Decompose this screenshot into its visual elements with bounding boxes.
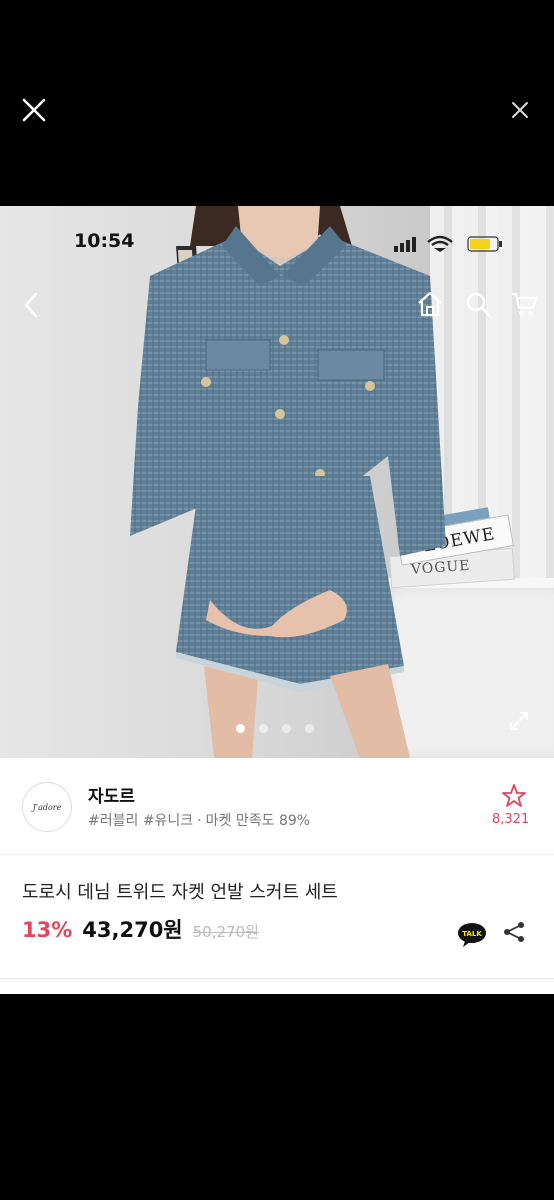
- expand-icon[interactable]: [508, 710, 530, 732]
- shop-logo[interactable]: J'adore: [22, 782, 72, 832]
- shop-satisfaction: 마켓 만족도 89%: [205, 813, 311, 829]
- sale-price: 43,270원: [82, 918, 183, 942]
- share-icon[interactable]: [502, 920, 526, 944]
- carousel-indicator: [236, 724, 314, 733]
- status-icons: [394, 235, 502, 252]
- home-icon[interactable]: [416, 290, 444, 318]
- status-time: 10:54: [74, 230, 135, 252]
- original-price: 50,270원: [192, 923, 259, 941]
- close-small-icon[interactable]: [508, 98, 532, 122]
- shop-tags[interactable]: #러블리 #유니크: [88, 813, 193, 829]
- product-title: 도로시 데님 트위드 자켓 언발 스커트 세트: [22, 882, 338, 903]
- discount-rate: 13%: [22, 918, 73, 942]
- product-photo[interactable]: VOGUE LOEWE 10:54: [0, 206, 554, 758]
- star-outline-icon[interactable]: [501, 783, 527, 809]
- screenshot-preview: VOGUE LOEWE 10:54 J'adore 자도르 #러블리 #유니크 …: [0, 206, 554, 994]
- cart-icon[interactable]: [510, 290, 538, 318]
- carousel-dot-2[interactable]: [259, 724, 268, 733]
- svg-text:TALK: TALK: [462, 930, 482, 938]
- shop-meta: #러블리 #유니크 · 마켓 만족도 89%: [88, 813, 311, 829]
- close-icon[interactable]: [18, 94, 50, 126]
- carousel-dot-4[interactable]: [305, 724, 314, 733]
- kakao-talk-icon[interactable]: TALK: [457, 922, 487, 948]
- divider: [0, 978, 554, 979]
- carousel-dot-1[interactable]: [236, 724, 245, 733]
- price-row: 13% 43,270원 50,270원: [22, 914, 259, 944]
- shop-info: [0, 758, 554, 855]
- shop-name[interactable]: 자도르: [88, 782, 135, 807]
- favorite-count: 8,321: [492, 812, 530, 827]
- model-figure: [130, 206, 446, 758]
- carousel-dot-3[interactable]: [282, 724, 291, 733]
- search-icon[interactable]: [464, 290, 492, 318]
- chevron-left-icon[interactable]: [20, 290, 42, 320]
